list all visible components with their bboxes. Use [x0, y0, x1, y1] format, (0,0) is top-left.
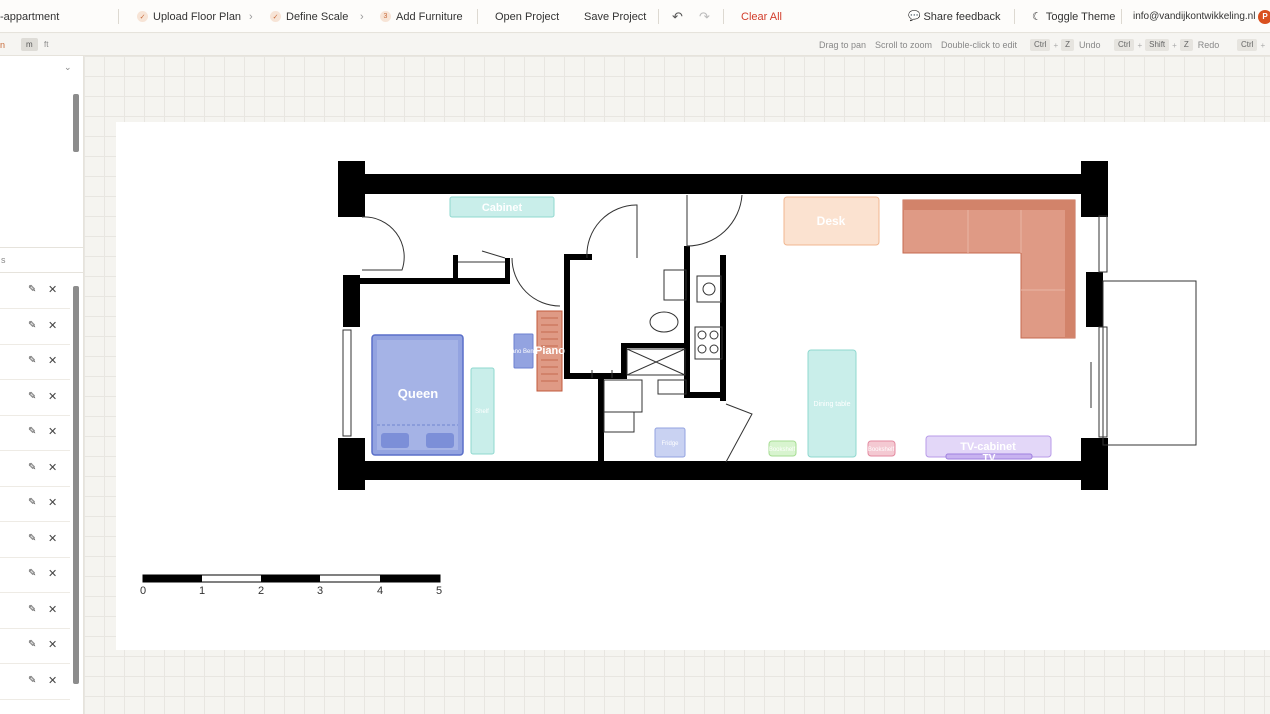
bookshelf-label: Bookshelf — [769, 447, 796, 453]
scale-label-1: 1 — [199, 585, 205, 597]
desk-label: Desk — [817, 214, 846, 228]
queen-label: Queen — [398, 386, 439, 401]
dining-table-label: Dining table — [814, 401, 851, 408]
furniture-shelf[interactable]: Shelf — [470, 367, 495, 455]
scale-bar: 0 1 2 3 4 5 — [140, 574, 442, 597]
scale-label-0: 0 — [140, 585, 146, 597]
furniture-piano[interactable]: Piano — [535, 310, 565, 392]
furniture-desk[interactable]: Desk — [783, 196, 880, 246]
furniture-fridge[interactable]: Fridge — [654, 427, 686, 458]
furniture-cabinet[interactable]: Cabinet — [449, 196, 555, 218]
furniture-sofa[interactable]: Sofa — [902, 199, 1076, 339]
scale-label-4: 4 — [377, 585, 383, 597]
shelf-label: Shelf — [475, 409, 489, 415]
scale-label-2: 2 — [258, 585, 264, 597]
furniture-bookshelf-1[interactable]: Bookshelf — [768, 440, 797, 457]
cabinet-label: Cabinet — [482, 202, 523, 214]
piano-label: Piano — [535, 345, 565, 357]
furniture-dining-table[interactable]: Dining table — [807, 349, 857, 458]
scale-label-3: 3 — [317, 585, 323, 597]
bookshelf-label: Bookshelf — [868, 447, 895, 453]
sofa-label: Sofa — [975, 261, 1001, 275]
furniture-queen-bed[interactable]: Queen — [371, 334, 464, 456]
floor-plan-drawing[interactable]: Cabinet Desk Sofa Queen Piano Bench Pian… — [0, 0, 1270, 714]
furniture-bookshelf-2[interactable]: Bookshelf — [867, 440, 896, 457]
tv-cabinet-label: TV-cabinet — [960, 441, 1016, 453]
tv-label: TV — [983, 453, 996, 464]
fridge-label: Fridge — [661, 441, 679, 447]
scale-label-5: 5 — [436, 585, 442, 597]
